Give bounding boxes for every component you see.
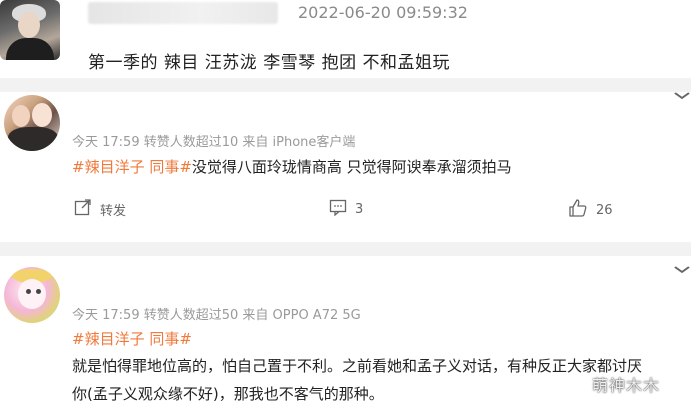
comment-icon (329, 198, 355, 220)
user-avatar[interactable] (0, 0, 60, 60)
comment-timestamp: 2022-06-20 09:59:32 (298, 3, 468, 22)
comment-meta: 今天 17:59 转赞人数超过50 来自 OPPO A72 5G (72, 308, 361, 323)
repost-button[interactable]: 转发 (74, 198, 126, 220)
section-divider (0, 242, 691, 256)
comment-button[interactable]: 3 (329, 198, 363, 220)
like-icon (568, 198, 596, 222)
repost-label: 转发 (100, 203, 127, 219)
chevron-down-icon[interactable] (674, 88, 691, 104)
like-count: 26 (596, 202, 613, 218)
like-button[interactable]: 26 (568, 198, 613, 222)
comment-meta: 今天 17:59 转赞人数超过10 来自 iPhone客户端 (72, 135, 356, 150)
comment-text: 没觉得八面玲珑情商高 只觉得阿谀奉承溜须拍马 (191, 158, 512, 176)
user-avatar[interactable] (4, 95, 60, 151)
section-divider (0, 78, 691, 92)
comment-text-line: 你(孟子义观众缘不好)，那我也不客气的那种。 (72, 385, 384, 403)
comment-text-line: 就是怕得罪地位高的，怕自己置于不利。之前看她和孟子义对话，有种反正大家都讨厌 (72, 357, 643, 375)
chevron-down-icon[interactable] (674, 262, 691, 278)
comment-text: 第一季的 辣目 汪苏泷 李雪琴 抱团 不和孟姐玩 (88, 53, 451, 73)
hashtag-link[interactable]: #辣目洋子 同事# (72, 328, 192, 349)
comment-count: 3 (355, 201, 364, 217)
repost-icon (74, 198, 100, 220)
hashtag-link[interactable]: #辣目洋子 同事# (72, 158, 192, 176)
user-avatar[interactable] (4, 267, 60, 323)
watermark: 萌神木木 (592, 376, 661, 395)
blurred-username (88, 2, 278, 24)
